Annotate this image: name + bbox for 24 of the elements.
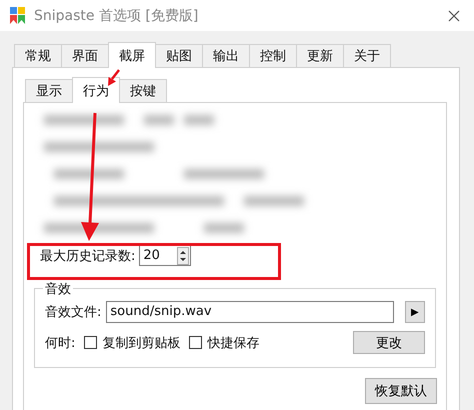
checkbox-label: 快捷保存: [207, 334, 260, 352]
tab[interactable]: 按键: [119, 79, 167, 102]
tab[interactable]: 显示: [25, 79, 73, 102]
window-title: Snipaste 首选项 [免费版]: [34, 6, 200, 24]
tab[interactable]: 关于: [343, 44, 391, 67]
play-button[interactable]: ▶: [405, 301, 425, 323]
app-logo-icon: [10, 6, 26, 24]
tab[interactable]: 常规: [14, 44, 62, 67]
history-spinbox[interactable]: 20: [139, 245, 192, 266]
checkbox-label: 复制到剪贴板: [102, 334, 180, 352]
tab[interactable]: 截屏: [108, 42, 156, 68]
history-label: 最大历史记录数:: [40, 248, 136, 264]
tab[interactable]: 行为: [72, 77, 120, 103]
checkbox[interactable]: [84, 336, 98, 349]
change-button[interactable]: 更改: [353, 331, 425, 354]
restore-defaults-button[interactable]: 恢复默认: [365, 378, 437, 404]
group-title: 音效: [43, 280, 73, 298]
when-label: 何时:: [45, 334, 76, 352]
spin-arrows-icon[interactable]: [177, 246, 190, 264]
checkbox[interactable]: [189, 336, 202, 349]
annotation-arrow: [108, 69, 120, 86]
close-icon[interactable]: [448, 10, 460, 22]
sound-file-label: 音效文件:: [45, 304, 102, 321]
sound-file-field[interactable]: sound/snip.wav: [106, 301, 394, 323]
